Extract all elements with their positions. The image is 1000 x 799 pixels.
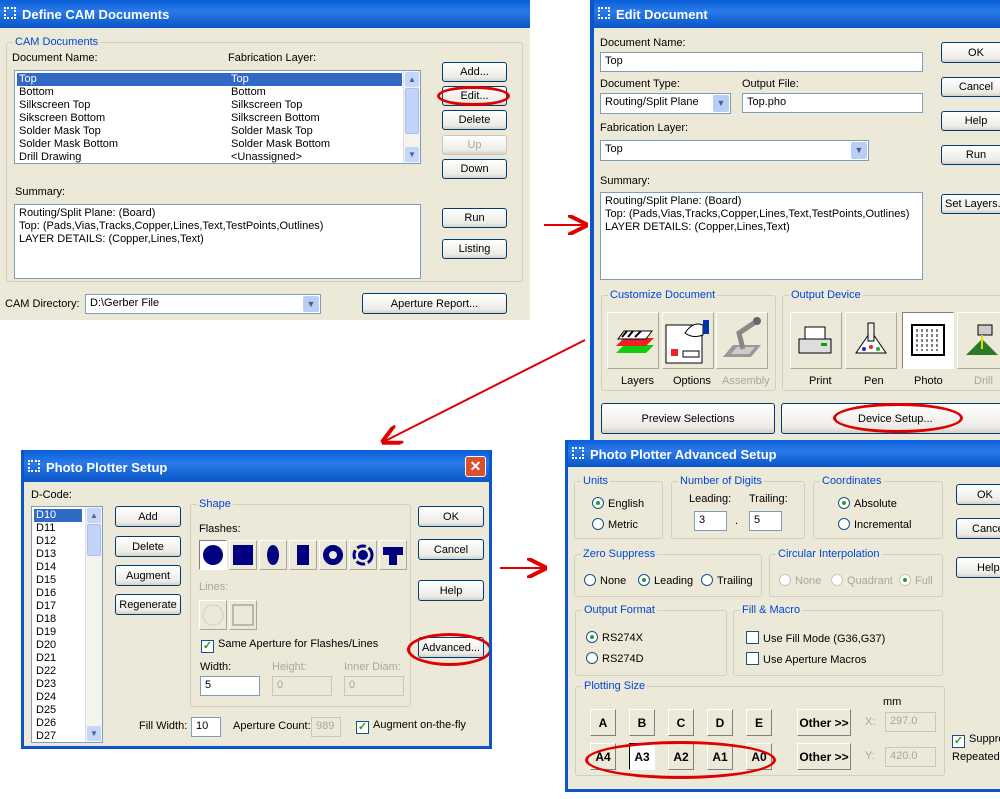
arrow-down-left-icon xyxy=(385,339,586,441)
annotation-arrows xyxy=(0,0,1000,799)
